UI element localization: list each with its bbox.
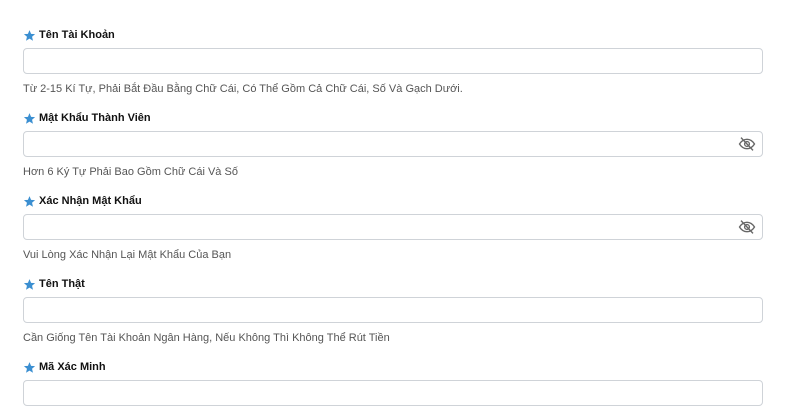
star-icon bbox=[23, 112, 36, 125]
confirm-password-label-row: Xác Nhận Mật Khẩu bbox=[23, 193, 763, 209]
registration-form: Tên Tài Khoản Từ 2-15 Kí Tự, Phải Bắt Đầ… bbox=[0, 0, 800, 406]
confirm-password-label: Xác Nhận Mật Khẩu bbox=[39, 195, 142, 207]
username-hint: Từ 2-15 Kí Tự, Phải Bắt Đầu Bằng Chữ Cái… bbox=[23, 83, 463, 95]
verification-code-label-row: Mã Xác Minh bbox=[23, 359, 763, 375]
password-field-group: Mật Khẩu Thành Viên Hơn 6 Ký Tự Phải Bao… bbox=[23, 110, 763, 179]
verification-code-label: Mã Xác Minh bbox=[39, 361, 106, 373]
real-name-label: Tên Thật bbox=[39, 278, 85, 290]
confirm-password-input-box bbox=[23, 214, 763, 240]
password-label: Mật Khẩu Thành Viên bbox=[39, 112, 151, 124]
password-label-row: Mật Khẩu Thành Viên bbox=[23, 110, 763, 126]
confirm-password-hint: Vui Lòng Xác Nhận Lại Mật Khẩu Của Bạn bbox=[23, 249, 232, 261]
real-name-input[interactable] bbox=[24, 298, 762, 322]
verification-code-input[interactable] bbox=[24, 381, 762, 405]
password-hint: Hơn 6 Ký Tự Phải Bao Gồm Chữ Cái Và Số bbox=[23, 166, 238, 178]
star-icon bbox=[23, 361, 36, 374]
password-input-box bbox=[23, 131, 763, 157]
username-label: Tên Tài Khoản bbox=[39, 29, 115, 41]
verification-code-field-group: Mã Xác Minh bbox=[23, 359, 763, 406]
verification-code-input-box bbox=[23, 380, 763, 406]
username-input[interactable] bbox=[24, 49, 762, 73]
username-input-box bbox=[23, 48, 763, 74]
eye-slash-icon[interactable] bbox=[738, 136, 756, 152]
confirm-password-field-group: Xác Nhận Mật Khẩu Vui Lòng Xác Nhận Lại … bbox=[23, 193, 763, 262]
eye-slash-icon[interactable] bbox=[738, 219, 756, 235]
username-field-group: Tên Tài Khoản Từ 2-15 Kí Tự, Phải Bắt Đầ… bbox=[23, 27, 763, 96]
star-icon bbox=[23, 278, 36, 291]
confirm-password-input[interactable] bbox=[24, 215, 762, 239]
real-name-field-group: Tên Thật Cần Giống Tên Tài Khoản Ngân Hà… bbox=[23, 276, 763, 345]
username-label-row: Tên Tài Khoản bbox=[23, 27, 763, 43]
real-name-hint: Cần Giống Tên Tài Khoản Ngân Hàng, Nếu K… bbox=[23, 332, 390, 344]
real-name-label-row: Tên Thật bbox=[23, 276, 763, 292]
password-input[interactable] bbox=[24, 132, 762, 156]
real-name-input-box bbox=[23, 297, 763, 323]
star-icon bbox=[23, 195, 36, 208]
star-icon bbox=[23, 29, 36, 42]
